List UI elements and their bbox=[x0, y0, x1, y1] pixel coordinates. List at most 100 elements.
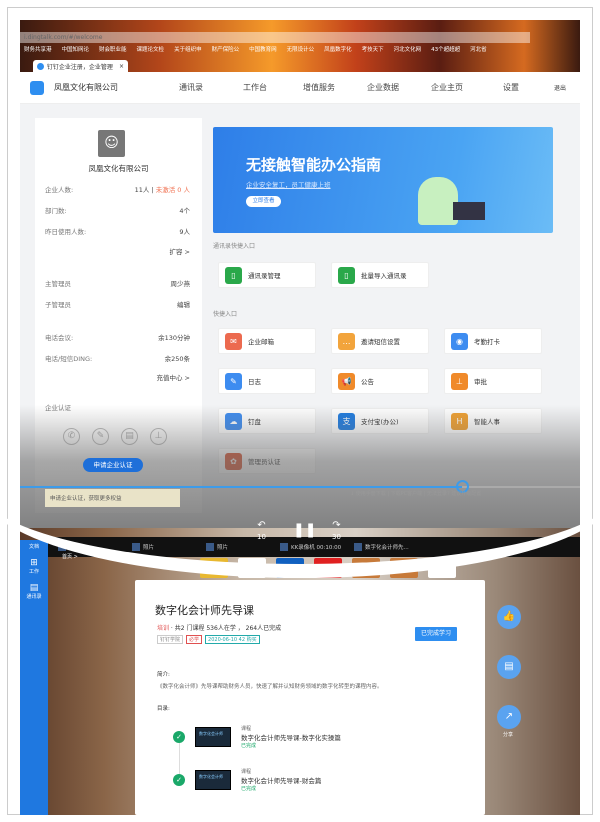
quick-shortcut[interactable]: ✎ 日志 bbox=[218, 368, 316, 394]
lesson-title: 数字化会计师先导课-财会篇 bbox=[241, 777, 322, 785]
contacts-shortcut[interactable]: ▯ 批量导入通讯录 bbox=[331, 262, 429, 288]
expand-link[interactable]: 扩容 > bbox=[169, 246, 190, 256]
promo-banner[interactable]: 无接触智能办公指南 企业安全复工，员工健康上班 立即查看 bbox=[213, 127, 553, 233]
bookmark[interactable]: 无限设计公 bbox=[287, 45, 315, 55]
youdao-icon[interactable]: 有道 bbox=[314, 558, 342, 578]
bookmark[interactable]: 河北省 bbox=[470, 45, 487, 55]
browser-tab[interactable]: 钉钉企业注册，企业管理 × bbox=[33, 60, 128, 72]
sidebar-item-contacts[interactable]: ▤ 通讯录 bbox=[20, 583, 48, 600]
forward-button[interactable]: ↷ 30 bbox=[332, 520, 341, 542]
thumb-up-icon[interactable]: 👍 bbox=[497, 605, 521, 629]
tab-favicon-icon bbox=[37, 62, 44, 70]
nav-value-added[interactable]: 增值服务 bbox=[287, 82, 351, 93]
lesson-item[interactable]: ✓ 数字化会计师 课程 数字化会计师先导课-数字化实操篇 已完成 bbox=[173, 725, 341, 749]
contacts-book-icon: ▯ bbox=[338, 266, 355, 284]
contacts-shortcut[interactable]: ▯ 通讯录管理 bbox=[218, 262, 316, 288]
stat-label: 部门数: bbox=[45, 207, 67, 215]
quick-section-title: 快捷入口 bbox=[213, 311, 238, 318]
outlook-icon[interactable]: O✉ bbox=[276, 558, 304, 578]
wechat-icon[interactable] bbox=[390, 558, 418, 578]
admin-value[interactable]: 编辑 bbox=[177, 299, 190, 309]
comment-icon[interactable]: ▤ bbox=[497, 655, 521, 679]
shortcut-label: 考勤打卡 bbox=[474, 338, 500, 346]
sidebar-label: 通讯录 bbox=[26, 594, 42, 600]
lesson-item[interactable]: ✓ 数字化会计师 课程 数字化会计师先导课-财会篇 已完成 bbox=[173, 768, 321, 792]
sidebar-item-docs[interactable]: 文档 bbox=[20, 543, 48, 550]
bookmark[interactable]: 中国教育网 bbox=[249, 45, 277, 55]
usage-label: 电话会议: bbox=[45, 334, 74, 342]
footer-links[interactable]: ↓ 使用手册下载 | 下载PC客户端 | 无法登录? 建议升级配置 bbox=[350, 490, 481, 497]
bookmark[interactable]: 财产保险公 bbox=[212, 45, 240, 55]
shortcut-icon: ✉ bbox=[225, 332, 242, 350]
share-icon[interactable]: ↗ bbox=[497, 705, 521, 729]
close-icon[interactable]: × bbox=[119, 63, 124, 70]
taskbar-item[interactable]: 数字化会计师先... bbox=[344, 543, 418, 551]
completed-study-button[interactable]: 已完成学习 bbox=[415, 627, 457, 641]
taskbar-item[interactable]: 照片 bbox=[48, 543, 122, 551]
taskbar-label: 照片 bbox=[143, 545, 155, 551]
person-illustration bbox=[418, 177, 458, 225]
lesson-status: 已完成 bbox=[241, 743, 257, 749]
breadcrumb[interactable]: 首页 > bbox=[62, 553, 78, 560]
company-name: 凤凰文化有限公司 bbox=[54, 83, 118, 92]
nav-enterprise-data[interactable]: 企业数据 bbox=[351, 82, 415, 93]
app-icon[interactable] bbox=[428, 558, 456, 578]
tab-title: 钉钉企业注册，企业管理 bbox=[46, 63, 113, 71]
video-progress-bar[interactable] bbox=[20, 486, 580, 488]
intro-text: 《数字化会计师》先导课帮助财务人员，快速了解并认知财务领域的数字化转型的课程内容… bbox=[157, 684, 383, 690]
toc-label: 目录: bbox=[157, 706, 170, 712]
inactive-count: 未激活 0 人 bbox=[155, 186, 190, 194]
taskbar-item[interactable]: 照片 bbox=[196, 543, 270, 551]
quick-shortcut[interactable]: ⊥ 审批 bbox=[444, 368, 542, 394]
bookmark[interactable]: 财会职业能 bbox=[99, 45, 127, 55]
bookmark[interactable]: 关于组织申 bbox=[174, 45, 202, 55]
rewind-button[interactable]: ↶ 10 bbox=[257, 520, 266, 542]
admin-label: 主管理员 bbox=[45, 280, 71, 288]
taskbar-label: 照片 bbox=[69, 545, 81, 551]
bookmark[interactable]: 课题论文检 bbox=[137, 45, 165, 55]
address-bar[interactable]: i.dingtalk.com/#/welcome bbox=[20, 32, 530, 43]
bookmark[interactable]: 河北文化网 bbox=[394, 45, 422, 55]
bookmark[interactable]: 凤凰数字化 bbox=[324, 45, 352, 55]
share-label: 分享 bbox=[503, 732, 514, 738]
sidebar-item-work[interactable]: ⊞ 工作 bbox=[20, 558, 48, 575]
stat-label: 昨日使用人数: bbox=[45, 228, 87, 236]
usage-value: 余250条 bbox=[164, 355, 190, 363]
course-meta: 培训 · 共2 门课程 536人在学 ， 264人已完成 bbox=[157, 623, 281, 632]
stat-value: 9人 bbox=[179, 228, 190, 236]
taskbar-label: KK录像机 00:10:00 bbox=[291, 545, 342, 551]
usage-label: 电话/短信DING: bbox=[45, 355, 93, 363]
bookmark[interactable]: 中国知网论 bbox=[62, 45, 90, 55]
nav-workbench[interactable]: 工作台 bbox=[223, 82, 287, 93]
taskbar-label: 数字化会计师先... bbox=[365, 545, 409, 551]
intro-label: 简介: bbox=[157, 672, 170, 678]
sub-admin: 子管理员 编辑 bbox=[45, 299, 190, 309]
bookmark[interactable]: 考技天下 bbox=[362, 45, 384, 55]
nav-enterprise-home[interactable]: 企业主页 bbox=[415, 82, 479, 93]
shortcut-label: 日志 bbox=[248, 378, 261, 386]
recharge-link[interactable]: 充值中心 > bbox=[156, 372, 190, 382]
quick-shortcut[interactable]: 📢 公告 bbox=[331, 368, 429, 394]
nav-settings[interactable]: 设置 bbox=[479, 82, 543, 93]
quick-shortcut[interactable]: … 邀请短信设置 bbox=[331, 328, 429, 354]
shortcut-icon: 📢 bbox=[338, 372, 355, 390]
apply-certification-button[interactable]: 申请企业认证 bbox=[83, 458, 143, 472]
nav-contacts[interactable]: 通讯录 bbox=[159, 82, 223, 93]
quick-shortcut[interactable]: ✉ 企业邮箱 bbox=[218, 328, 316, 354]
banner-view-button[interactable]: 立即查看 bbox=[246, 196, 281, 207]
bookmark[interactable]: 财务共享港 bbox=[24, 45, 52, 55]
dingtalk-app-icon[interactable] bbox=[352, 558, 380, 578]
store-icon[interactable] bbox=[238, 558, 266, 578]
quick-shortcut[interactable]: ◉ 考勤打卡 bbox=[444, 328, 542, 354]
banner-subtitle: 企业安全复工，员工健康上班 bbox=[246, 181, 331, 189]
folder-icon[interactable] bbox=[200, 558, 228, 578]
panel-company-name: 凤凰文化有限公司 bbox=[88, 164, 149, 173]
pause-button[interactable]: ❚❚ bbox=[293, 522, 316, 538]
app-icons: O✉ 有道 bbox=[200, 558, 456, 578]
taskbar-item[interactable]: KK录像机 00:10:00 bbox=[270, 543, 344, 551]
bookmark[interactable]: 43个超超超 bbox=[431, 45, 460, 55]
course-tags: 钉钉学院 必学 2020-06-10 42 购买 bbox=[157, 635, 263, 644]
taskbar-item[interactable]: 照片 bbox=[122, 543, 196, 551]
grid-icon: ⊞ bbox=[30, 558, 38, 568]
logout-link[interactable]: 退出 bbox=[554, 83, 566, 92]
